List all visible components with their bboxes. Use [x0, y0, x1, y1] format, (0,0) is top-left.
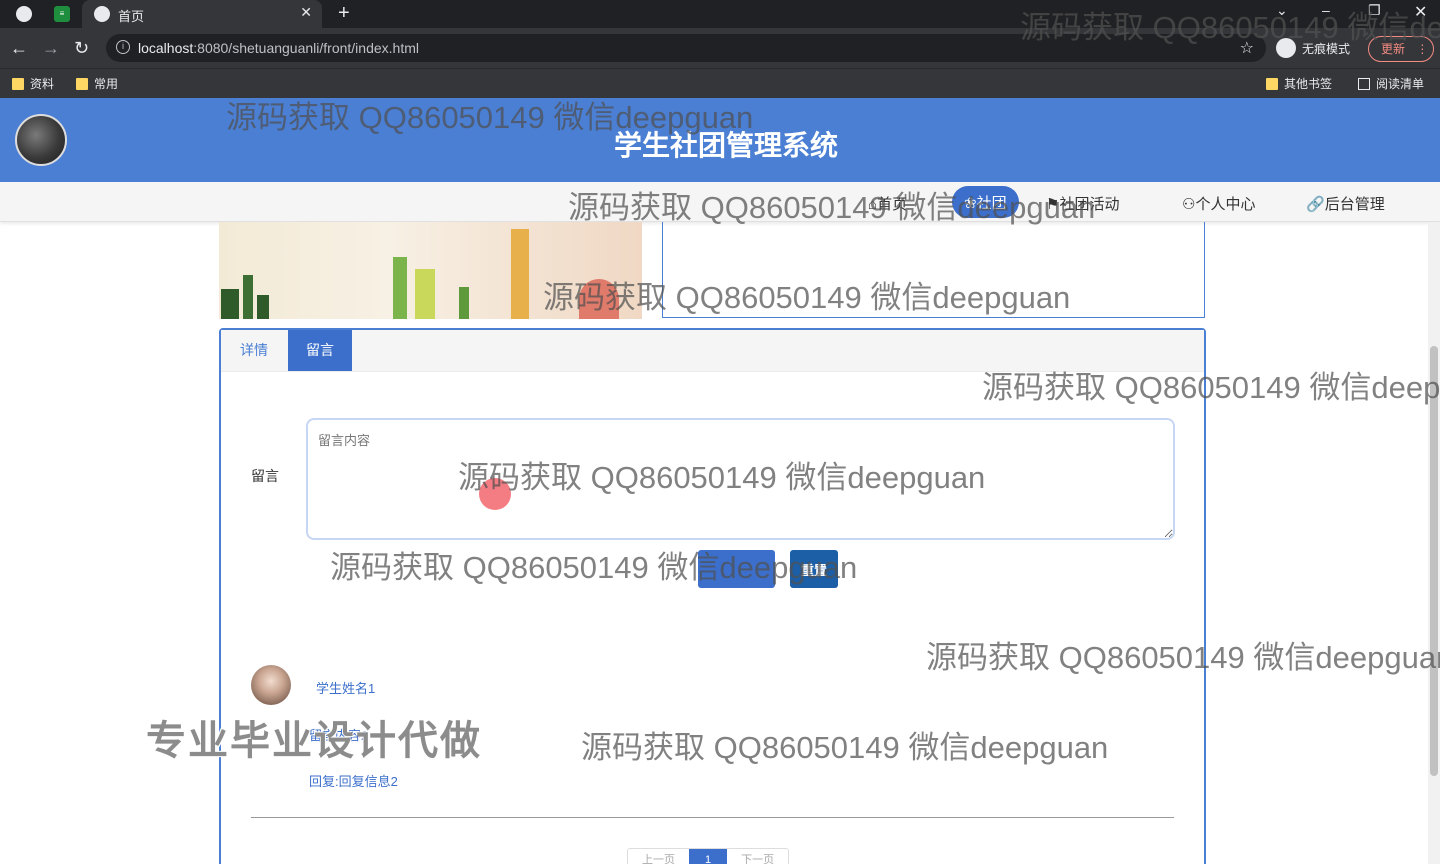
pager-next[interactable]: 下一页	[727, 849, 789, 864]
nav-admin[interactable]: 🔗后台管理	[1306, 193, 1385, 214]
globe-icon	[94, 6, 110, 22]
pagination: 上一页 1 下一页	[627, 848, 790, 864]
restore-icon[interactable]: ❐	[1368, 2, 1381, 19]
reading-list-icon	[1358, 77, 1370, 90]
bookmark-star-icon[interactable]: ☆	[1240, 38, 1254, 58]
club-banner-image	[219, 222, 642, 319]
site-header: 学生社团管理系统	[0, 98, 1440, 182]
nav-club-activity[interactable]: ⚑社团活动	[1046, 193, 1119, 214]
new-tab-icon[interactable]: +	[338, 2, 350, 25]
mouse-cursor-highlight	[479, 478, 511, 510]
nav-club[interactable]: ❀社团	[952, 186, 1019, 218]
tab-title: 首页	[118, 9, 145, 24]
panel-tabbar: 详情 留言	[221, 330, 1204, 372]
submit-button[interactable]	[698, 550, 775, 588]
browser-toolbar: ← → ↻ i localhost:8080/shetuanguanli/fro…	[0, 28, 1440, 68]
bookmark-folder-changyong[interactable]: 常用	[76, 75, 118, 92]
reload-icon[interactable]: ↻	[74, 38, 89, 58]
reset-button[interactable]: 重置	[790, 550, 838, 588]
close-window-icon[interactable]: ✕	[1414, 2, 1427, 22]
comment-author: 学生姓名1	[316, 681, 376, 696]
message-textarea[interactable]	[306, 418, 1175, 540]
other-bookmarks[interactable]: 其他书签	[1266, 75, 1332, 92]
site-title: 学生社团管理系统	[613, 130, 838, 161]
comment-reply: 回复:回复信息2	[309, 774, 398, 789]
reading-list[interactable]: 阅读清单	[1358, 75, 1424, 92]
pager-prev[interactable]: 上一页	[628, 849, 689, 864]
tab-message[interactable]: 留言	[288, 330, 352, 371]
back-icon[interactable]: ←	[10, 38, 28, 58]
bookmarks-bar: 资料 常用 其他书签 阅读清单	[0, 68, 1440, 98]
globe-icon[interactable]	[16, 6, 32, 22]
page-scrollbar[interactable]	[1428, 222, 1440, 864]
nav-home[interactable]: ⌂首页	[868, 193, 907, 214]
tab-detail[interactable]: 详情	[221, 330, 287, 371]
comment-content: 留言内容2	[309, 728, 369, 743]
url-text[interactable]: localhost:8080/shetuanguanli/front/index…	[138, 40, 419, 56]
update-button[interactable]: 更新 ⋮	[1368, 36, 1434, 62]
tab-search-icon[interactable]: ⌄	[1276, 2, 1288, 19]
browser-tab-active[interactable]: 首页 ✕	[82, 0, 322, 28]
detail-panel: 详情 留言 留言 重置 学生姓名1 留言内容2 回复:回复信息2 上一页 1 下…	[219, 328, 1206, 864]
info-icon[interactable]: i	[116, 40, 130, 54]
divider	[251, 817, 1174, 818]
close-icon[interactable]: ✕	[300, 4, 312, 21]
message-label: 留言	[251, 468, 279, 484]
minimize-icon[interactable]: –	[1322, 2, 1330, 18]
incognito-icon	[1276, 38, 1296, 58]
site-nav: ⌂首页 ❀社团 ⚑社团活动 ⚇个人中心 🔗后台管理	[0, 182, 1440, 222]
sheets-icon[interactable]: ≡	[54, 6, 70, 22]
pager-current[interactable]: 1	[689, 849, 728, 864]
incognito-indicator[interactable]: 无痕模式	[1276, 36, 1350, 60]
browser-tabstrip: ≡ 首页 ✕ + ⌄ – ❐ ✕	[0, 0, 1440, 28]
forward-icon[interactable]: →	[42, 38, 60, 58]
folder-icon	[76, 77, 88, 90]
scrollbar-thumb[interactable]	[1430, 346, 1438, 776]
nav-personal-center[interactable]: ⚇个人中心	[1182, 193, 1255, 214]
avatar	[251, 665, 291, 705]
folder-icon	[1266, 77, 1278, 90]
folder-icon	[12, 77, 24, 90]
club-info-box	[662, 222, 1205, 318]
address-bar[interactable]: i localhost:8080/shetuanguanli/front/ind…	[106, 34, 1266, 62]
bookmark-folder-ziliao[interactable]: 资料	[12, 75, 54, 92]
